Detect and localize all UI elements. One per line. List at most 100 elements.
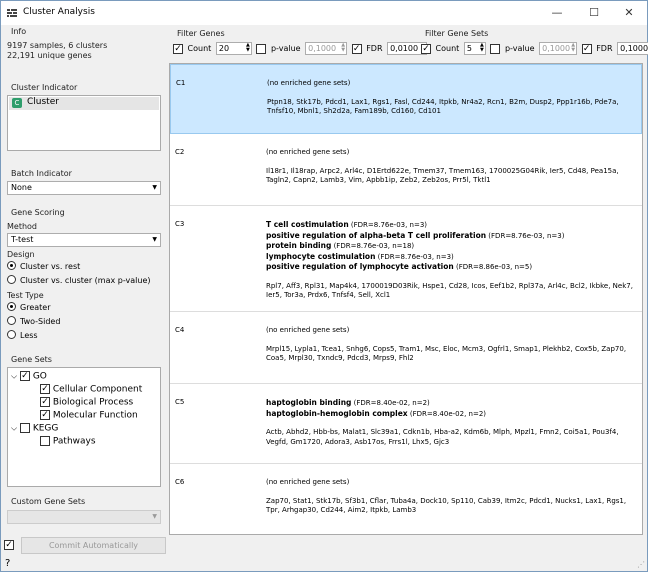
radio-unselected-icon [7, 316, 16, 325]
maximize-button[interactable]: ☐ [576, 1, 612, 25]
sets-pvalue-checkbox[interactable] [490, 43, 501, 54]
molecular-function-checkbox[interactable] [40, 410, 50, 420]
auto-commit-checkbox[interactable] [4, 540, 14, 550]
cluster-row-c4[interactable]: C4 (no enriched gene sets) Mrpl15, Lypla… [170, 312, 642, 384]
sets-fdr-spin[interactable]: 0,1000 [617, 42, 648, 55]
sets-fdr-checkbox[interactable] [581, 43, 592, 54]
genes-fdr-checkbox[interactable] [351, 43, 362, 54]
test-radio-greater[interactable]: Greater [7, 302, 50, 312]
resize-grip-icon[interactable]: ⋰ [637, 560, 645, 569]
term-name: haptoglobin binding [266, 398, 352, 407]
design-label: Design [7, 250, 35, 259]
help-icon[interactable]: ? [5, 558, 10, 569]
batch-indicator-label: Batch Indicator [11, 169, 72, 178]
biological-process-checkbox[interactable] [40, 397, 50, 407]
cluster-indicator-label: Cluster Indicator [11, 83, 78, 92]
cluster-details: (no enriched gene sets) Il18r1, Il18rap,… [266, 148, 636, 186]
tree-node-pathways[interactable]: Pathways [40, 436, 96, 447]
cluster-details: haptoglobin binding (FDR=8.40e-02, n=2) … [266, 398, 636, 447]
term-list: T cell costimulation (FDR=8.76e-03, n=3)… [266, 220, 636, 273]
genes-pvalue-checkbox[interactable] [256, 43, 267, 54]
term-stat: (FDR=8.76e-03, n=3) [348, 221, 428, 229]
tree-node-kegg[interactable]: ⌵ KEGG [11, 423, 58, 434]
test-radio-less[interactable]: Less [7, 330, 38, 340]
term-name: positive regulation of alpha-beta T cell… [266, 230, 487, 240]
genes-count-checkbox[interactable] [173, 43, 183, 54]
method-label: Method [7, 222, 38, 231]
gene-list: Actb, Abhd2, Hbb-bs, Malat1, Slc39a1, Cd… [266, 428, 619, 446]
gene-list: Mrpl15, Lypla1, Tcea1, Snhg6, Cops5, Tra… [266, 344, 627, 363]
cluster-row-c2[interactable]: C2 (no enriched gene sets) Il18r1, Il18r… [170, 134, 642, 206]
cluster-row-c5[interactable]: C5 haptoglobin binding (FDR=8.40e-02, n=… [170, 384, 642, 464]
kegg-checkbox[interactable] [19, 423, 30, 433]
method-combo[interactable]: T-test ▼ [7, 233, 161, 247]
go-checkbox[interactable] [19, 371, 30, 381]
cluster-row-c3[interactable]: C3 T cell costimulation (FDR=8.76e-03, n… [170, 206, 642, 312]
enriched-term: positive regulation of lymphocyte activa… [266, 262, 636, 273]
cellular-component-checkbox[interactable] [40, 384, 50, 394]
enriched-term: protein binding (FDR=8.76e-03, n=18) [266, 241, 636, 252]
no-enriched-text: (no enriched gene sets) [266, 326, 350, 334]
gene-scoring-label: Gene Scoring [11, 208, 65, 217]
biological-process-label: Biological Process [52, 397, 134, 408]
results-table[interactable]: C1 (no enriched gene sets) Ptpn18, Stk17… [169, 63, 643, 535]
sets-pvalue-spin[interactable]: 0,1000 ▲ ▼ [539, 42, 578, 55]
term-stat: (FDR=8.86e-03, n=5) [453, 263, 533, 271]
sets-pvalue-value: 0,1000 [542, 44, 571, 53]
chevron-down-icon[interactable]: ⌵ [11, 372, 17, 381]
spin-arrows-icon[interactable]: ▲ ▼ [341, 43, 345, 53]
batch-indicator-combo[interactable]: None ▼ [7, 181, 161, 195]
sets-fdr-value: 0,1000 [620, 44, 648, 53]
spin-arrows-icon[interactable]: ▲ ▼ [480, 43, 484, 53]
cluster-indicator-list[interactable]: C Cluster [7, 95, 161, 151]
test-option-label: Two-Sided [20, 317, 61, 326]
no-enriched-text: (no enriched gene sets) [266, 478, 350, 486]
cluster-indicator-item[interactable]: C Cluster [9, 97, 159, 110]
pathways-label: Pathways [52, 436, 96, 447]
sets-count-checkbox[interactable] [421, 43, 431, 54]
genes-pvalue-spin[interactable]: 0,1000 ▲ ▼ [305, 42, 348, 55]
close-button[interactable]: ✕ [611, 1, 647, 25]
cluster-indicator-item-label: Cluster [27, 97, 59, 107]
chevron-down-icon[interactable]: ⌵ [11, 424, 17, 433]
test-type-label: Test Type [7, 291, 44, 300]
design-radio-rest[interactable]: Cluster vs. rest [7, 261, 80, 271]
custom-gene-sets-label: Custom Gene Sets [11, 497, 86, 506]
go-label: GO [32, 371, 47, 382]
sets-count-spin[interactable]: 5 ▲ ▼ [463, 42, 486, 55]
tree-node-cellular-component[interactable]: Cellular Component [40, 384, 142, 395]
tree-node-molecular-function[interactable]: Molecular Function [40, 410, 138, 421]
no-enriched-text: (no enriched gene sets) [266, 148, 350, 156]
term-stat: (FDR=8.76e-03, n=3) [486, 231, 565, 240]
chevron-down-icon: ▼ [152, 236, 157, 243]
info-samples: 9197 samples, 6 clusters [7, 41, 108, 50]
design-radio-cluster[interactable]: Cluster vs. cluster (max p-value) [7, 275, 151, 285]
custom-gene-sets-combo[interactable]: ▼ [7, 510, 161, 524]
minimize-button[interactable]: — [539, 1, 575, 25]
chevron-down-icon: ▼ [152, 513, 157, 520]
cluster-row-c1[interactable]: C1 (no enriched gene sets) Ptpn18, Stk17… [170, 64, 642, 134]
cluster-analysis-window: Cluster Analysis — ☐ ✕ Info 9197 samples… [0, 0, 648, 572]
filter-gene-sets-row: Count 5▲▼ p-value 0,1000▲▼ FDR 0,1000 [421, 42, 648, 55]
gene-list: Ptpn18, Stk17b, Pdcd1, Lax1, Rgs1, Fasl,… [267, 97, 619, 116]
term-stat: (FDR=8.76e-03, n=18) [331, 242, 415, 250]
cellular-component-label: Cellular Component [52, 384, 143, 395]
spin-arrows-icon[interactable]: ▲ ▼ [571, 43, 575, 53]
commit-button[interactable]: Commit Automatically [21, 537, 166, 554]
cluster-details: T cell costimulation (FDR=8.76e-03, n=3)… [266, 220, 636, 301]
genes-fdr-value: 0,0100 [390, 44, 419, 53]
gene-list: Il18r1, Il18rap, Arpc2, Arl4c, D1Ertd622… [266, 166, 619, 185]
spin-arrows-icon[interactable]: ▲ ▼ [246, 43, 250, 53]
gene-sets-label: Gene Sets [11, 355, 52, 364]
gene-sets-tree[interactable]: ⌵ GO Cellular Component Biological Proce… [7, 367, 161, 487]
test-radio-two-sided[interactable]: Two-Sided [7, 316, 61, 326]
design-option-label: Cluster vs. cluster (max p-value) [20, 276, 151, 285]
tree-node-go[interactable]: ⌵ GO [11, 371, 47, 382]
gene-list: Rpl7, Aff3, Rpl31, Map4k4, 1700019D03Rik… [266, 281, 633, 300]
tree-node-biological-process[interactable]: Biological Process [40, 397, 133, 408]
enriched-term: T cell costimulation (FDR=8.76e-03, n=3) [266, 220, 636, 231]
genes-count-spin[interactable]: 20 ▲ ▼ [215, 42, 252, 55]
sets-pvalue-label: p-value [504, 44, 535, 53]
cluster-row-c6[interactable]: C6 (no enriched gene sets) Zap70, Stat1,… [170, 464, 642, 534]
pathways-checkbox[interactable] [40, 436, 50, 446]
